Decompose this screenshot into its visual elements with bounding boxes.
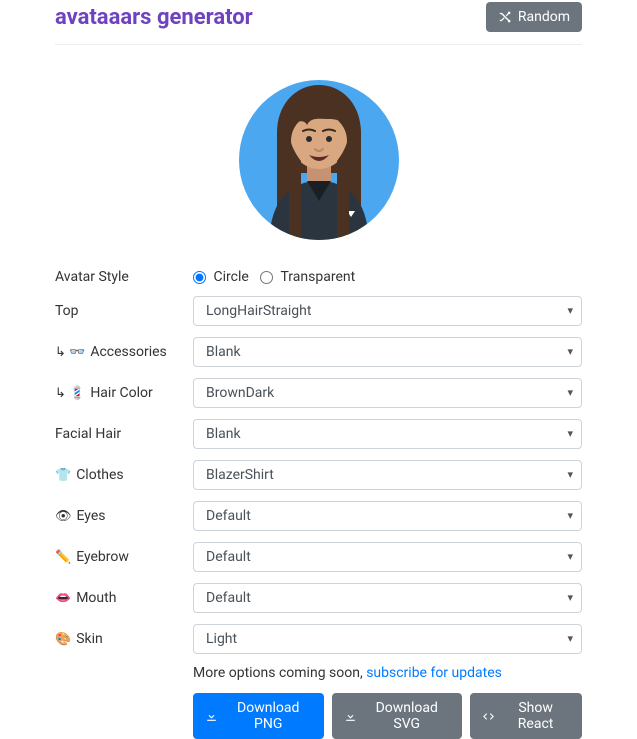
label-top: Top (55, 303, 193, 319)
skin-icon: 🎨 (55, 633, 71, 646)
hair-color-icon: ↳ 💈 (55, 387, 85, 400)
select-clothes[interactable]: BlazerShirt (193, 460, 582, 490)
download-icon (344, 710, 357, 723)
label-clothes-text: Clothes (76, 467, 123, 483)
label-mouth-text: Mouth (76, 590, 116, 606)
show-react-button[interactable]: Show React (470, 693, 582, 739)
random-button[interactable]: Random (486, 2, 582, 32)
accessories-icon: ↳ 👓 (55, 346, 85, 359)
label-accessories: ↳ 👓 Accessories (55, 344, 193, 360)
select-eyes-wrap: Default (193, 501, 582, 531)
label-skin: 🎨 Skin (55, 631, 193, 647)
eyebrow-icon: ✏️ (55, 551, 71, 564)
label-eyes: 👁 Eyes (55, 508, 193, 524)
select-top-wrap: LongHairStraight (193, 296, 582, 326)
code-icon (482, 710, 495, 723)
select-mouth-wrap: Default (193, 583, 582, 613)
show-react-label: Show React (501, 700, 570, 732)
label-top-text: Top (55, 303, 79, 319)
random-button-label: Random (518, 9, 570, 25)
page-title: avataaars generator (55, 5, 253, 30)
select-eyes[interactable]: Default (193, 501, 582, 531)
avatar-image (239, 73, 399, 247)
label-avatar-style: Avatar Style (55, 269, 193, 285)
avatar-style-radio-group: Circle Transparent (193, 269, 582, 285)
subscribe-link[interactable]: subscribe for updates (366, 665, 502, 681)
label-accessories-text: Accessories (90, 344, 166, 360)
select-eyebrow-wrap: Default (193, 542, 582, 572)
label-clothes: 👕 Clothes (55, 467, 193, 483)
label-facial-hair: Facial Hair (55, 426, 193, 442)
note-text: More options coming soon, (193, 665, 366, 681)
more-options-note: More options coming soon, subscribe for … (193, 665, 582, 681)
label-hair-color: ↳ 💈 Hair Color (55, 385, 193, 401)
select-skin[interactable]: Light (193, 624, 582, 654)
download-svg-button[interactable]: Download SVG (332, 693, 462, 739)
label-eyebrow: ✏️ Eyebrow (55, 549, 193, 565)
select-skin-wrap: Light (193, 624, 582, 654)
clothes-icon: 👕 (55, 469, 71, 482)
avatar-preview (55, 45, 582, 269)
radio-circle[interactable]: Circle (193, 269, 252, 285)
label-mouth: 👄 Mouth (55, 590, 193, 606)
label-eyebrow-text: Eyebrow (76, 549, 129, 565)
label-eyes-text: Eyes (77, 508, 106, 524)
select-eyebrow[interactable]: Default (193, 542, 582, 572)
download-svg-label: Download SVG (363, 700, 450, 732)
download-png-button[interactable]: Download PNG (193, 693, 324, 739)
select-top[interactable]: LongHairStraight (193, 296, 582, 326)
radio-circle-input[interactable] (193, 271, 206, 284)
radio-circle-label: Circle (213, 269, 248, 285)
label-skin-text: Skin (76, 631, 103, 647)
mouth-icon: 👄 (55, 592, 71, 605)
select-accessories[interactable]: Blank (193, 337, 582, 367)
radio-transparent[interactable]: Transparent (260, 269, 355, 285)
eyes-icon: 👁 (55, 510, 72, 523)
download-icon (205, 710, 218, 723)
shuffle-icon (498, 10, 512, 24)
select-facial-hair[interactable]: Blank (193, 419, 582, 449)
radio-transparent-input[interactable] (260, 271, 273, 284)
label-hair-color-text: Hair Color (90, 385, 152, 401)
select-accessories-wrap: Blank (193, 337, 582, 367)
label-facial-hair-text: Facial Hair (55, 426, 121, 442)
select-hair-color-wrap: BrownDark (193, 378, 582, 408)
select-clothes-wrap: BlazerShirt (193, 460, 582, 490)
select-hair-color[interactable]: BrownDark (193, 378, 582, 408)
radio-transparent-label: Transparent (280, 269, 355, 285)
select-facial-hair-wrap: Blank (193, 419, 582, 449)
download-png-label: Download PNG (224, 700, 312, 732)
select-mouth[interactable]: Default (193, 583, 582, 613)
